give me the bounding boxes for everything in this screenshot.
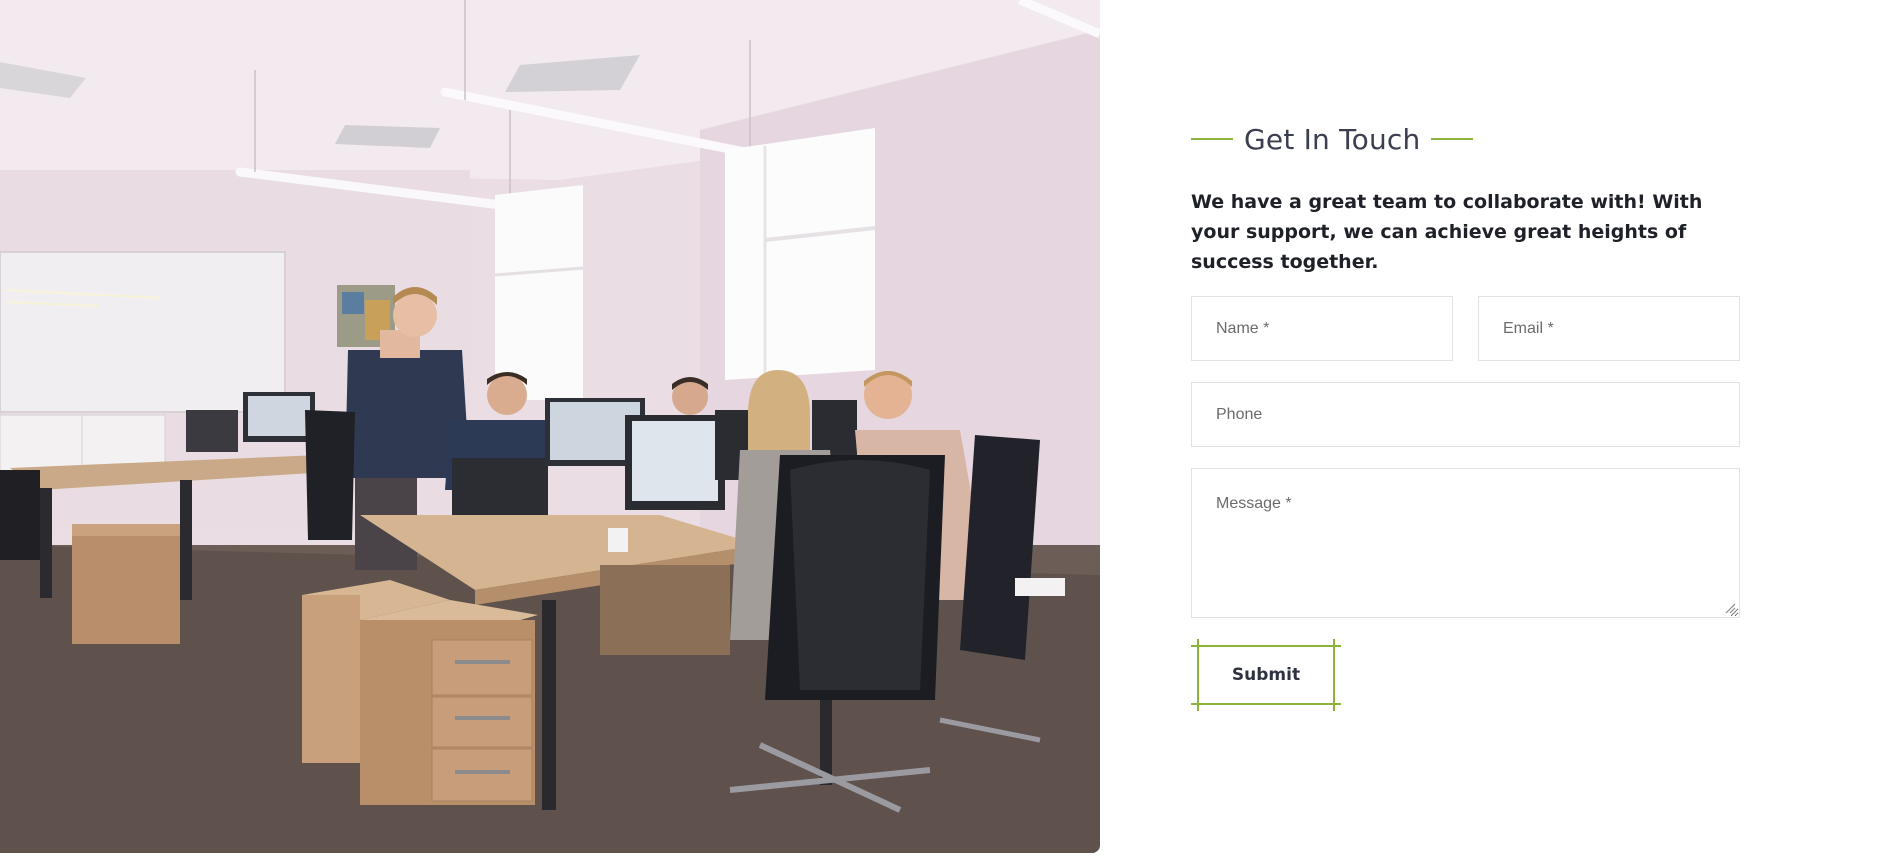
submit-button[interactable]: Submit <box>1199 647 1333 703</box>
heading-accent-right <box>1431 138 1474 140</box>
phone-input[interactable] <box>1191 382 1740 447</box>
name-input[interactable] <box>1191 296 1453 361</box>
frame-line-right <box>1333 639 1335 711</box>
frame-line-bottom <box>1191 703 1341 705</box>
section-heading: Get In Touch <box>1191 119 1474 159</box>
page: Get In Touch We have a great team to col… <box>0 0 1902 857</box>
resize-handle-icon[interactable] <box>1724 602 1736 614</box>
heading-title: Get In Touch <box>1244 122 1421 156</box>
heading-accent-left <box>1191 138 1233 140</box>
email-input[interactable] <box>1478 296 1740 361</box>
submit-button-frame: Submit <box>1191 639 1341 711</box>
intro-text: We have a great team to collaborate with… <box>1191 191 1703 273</box>
office-photo <box>0 0 1100 853</box>
office-illustration <box>0 0 1100 853</box>
message-textarea[interactable] <box>1191 468 1740 618</box>
